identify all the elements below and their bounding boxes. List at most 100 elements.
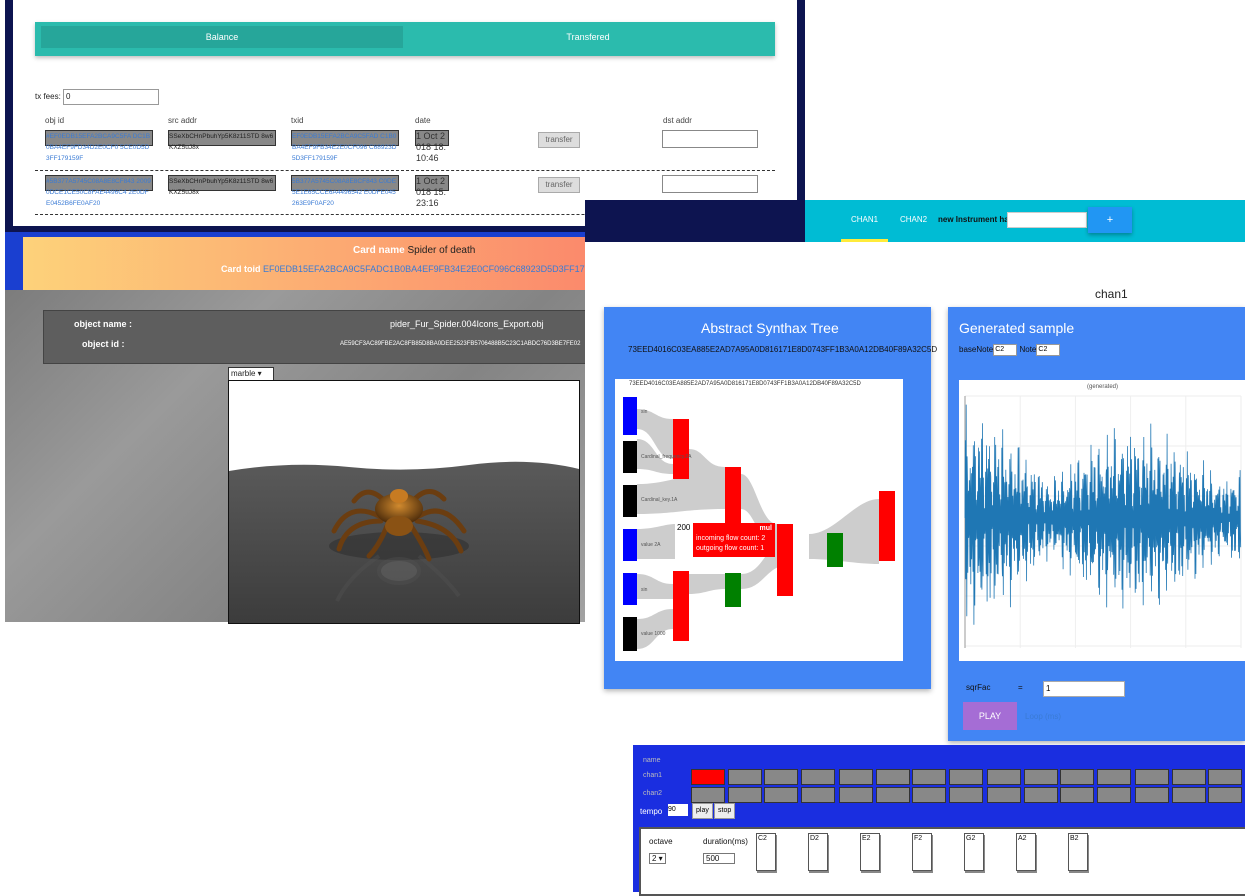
seq-stop-button[interactable]: stop (714, 803, 735, 819)
object-info: object name : pider_Fur_Spider.004Icons_… (43, 310, 587, 364)
step-cell[interactable] (1135, 769, 1169, 785)
col-obj-id: obj id (45, 116, 64, 125)
object-id-label: object id : (82, 339, 125, 349)
tab-chan2[interactable]: CHAN2 (900, 215, 927, 224)
tab-bar: Balance Transfered (35, 22, 775, 56)
basenote-input[interactable]: C2 (993, 344, 1017, 356)
step-cell[interactable] (1024, 769, 1058, 785)
sankey-node (623, 441, 637, 473)
step-cell[interactable] (1097, 787, 1131, 803)
note-key-d2[interactable]: D2 (808, 833, 828, 871)
row-obj-id[interactable]: #EF0EDB15EFA2BCA9C5FA DC1B0BA4EF9FD34D2E… (45, 130, 153, 146)
sqrfac-label: sqrFac (966, 683, 990, 692)
transactions-sheet: Balance Transfered tx fees: 0 obj id src… (13, 0, 797, 226)
note-key-b2[interactable]: B2 (1068, 833, 1088, 871)
step-cell[interactable] (728, 769, 762, 785)
step-cell[interactable] (876, 787, 910, 803)
step-cell[interactable] (1135, 787, 1169, 803)
step-cell[interactable] (949, 769, 983, 785)
sqrfac-input[interactable]: 1 (1043, 681, 1125, 697)
tab-transfered[interactable]: Transfered (407, 26, 769, 48)
tab-chan1[interactable]: CHAN1 (851, 215, 878, 224)
sankey-node (673, 571, 689, 641)
channel-title: chan1 (1095, 287, 1128, 301)
step-cell[interactable] (839, 787, 873, 803)
step-cell[interactable] (987, 769, 1021, 785)
step-cell[interactable] (987, 787, 1021, 803)
step-cell[interactable] (1208, 787, 1242, 803)
step-cell[interactable] (839, 769, 873, 785)
ast-hash: 73EED4016C03EA885E2AD7A95A0D816171E8D074… (628, 345, 937, 354)
dst-addr-input[interactable] (662, 175, 758, 193)
card-toid-link[interactable]: EF0EDB15EFA2BCA9C5FADC1B0BA4EF9FB34E2E0C… (263, 264, 610, 274)
step-cell[interactable] (1060, 769, 1094, 785)
sankey-node (879, 491, 895, 561)
add-instrument-button[interactable]: + (1088, 207, 1132, 233)
step-cell[interactable] (764, 769, 798, 785)
sankey-diagram[interactable]: 73EED4016C03EA885E2AD7A95A0D816171E8D074… (615, 379, 903, 661)
step-cell[interactable] (912, 787, 946, 803)
card-name-value: Spider of death (407, 245, 475, 256)
transfer-button[interactable]: transfer (538, 177, 580, 193)
instrument-hash-label: new Instrument hash (938, 215, 1018, 224)
fees-input[interactable]: 0 (63, 89, 159, 105)
seq-row-label: chan1 (643, 772, 662, 779)
tooltip-outgoing: outgoing flow count: 1 (696, 544, 772, 554)
row-src-addr: SSeXbCHnPbuhYp5K8z11STD 8w6KXZ5uJ8x (168, 130, 276, 146)
seq-play-button[interactable]: play (692, 803, 713, 819)
row-txid[interactable]: 5B377A5745C08A8E8CF843 C0DE5E1E65CCE6A44… (291, 175, 399, 191)
synth-nav: CHAN1 CHAN2 new Instrument hash + (585, 200, 1245, 242)
step-cell[interactable] (801, 769, 835, 785)
waveform-plot[interactable]: (generated) (959, 380, 1245, 661)
sankey-tooltip: mul incoming flow count: 2 outgoing flow… (693, 523, 775, 557)
sample-card: Generated sample baseNoteC2 NoteC2 (gene… (948, 307, 1245, 741)
play-sample-button[interactable]: PLAY (963, 702, 1017, 730)
row-txid[interactable]: EF0EDB15EFA2BCA9C5FAD C1B0BA4EF9FB34E2E0… (291, 130, 399, 146)
step-cell[interactable] (801, 787, 835, 803)
note-key-g2[interactable]: G2 (964, 833, 984, 871)
step-cell[interactable] (764, 787, 798, 803)
duration-input[interactable]: 500 (703, 853, 735, 864)
note-key-a2[interactable]: A2 (1016, 833, 1036, 871)
step-cell[interactable] (1060, 787, 1094, 803)
3d-viewer[interactable] (228, 380, 580, 624)
row-date: 1 Oct 2018 18:10:46 (415, 130, 449, 146)
loop-link[interactable]: Loop (ms) (1025, 712, 1061, 721)
step-cell[interactable] (1097, 769, 1131, 785)
tab-balance[interactable]: Balance (41, 26, 403, 48)
note-key-e2[interactable]: E2 (860, 833, 880, 871)
card-window: Card name Spider of death Card toid EF0E… (5, 232, 585, 622)
step-cell[interactable] (1024, 787, 1058, 803)
col-dst-addr: dst addr (663, 116, 692, 125)
instrument-hash-input[interactable] (1007, 212, 1087, 228)
dst-addr-input[interactable] (662, 130, 758, 148)
step-cell[interactable] (691, 787, 725, 803)
object-name-label: object name : (74, 319, 132, 329)
octave-select[interactable]: 2 ▾ (649, 853, 666, 864)
fees-label: tx fees: (35, 92, 61, 101)
row-divider (35, 170, 775, 171)
material-select[interactable]: marble ▾ (228, 367, 274, 381)
card-name: Card name Spider of death (353, 245, 475, 256)
basenote-label: baseNote (959, 345, 993, 354)
node-label: value 2A (641, 542, 660, 548)
note-input[interactable]: C2 (1036, 344, 1060, 356)
step-cell[interactable] (876, 769, 910, 785)
sequencer-controls: tempo 90 play stop (640, 807, 662, 816)
step-cell[interactable] (949, 787, 983, 803)
ast-card: Abstract Synthax Tree 73EED4016C03EA885E… (604, 307, 931, 689)
step-cell[interactable] (1172, 769, 1206, 785)
step-cell[interactable] (912, 769, 946, 785)
tempo-input[interactable]: 90 (668, 804, 688, 816)
note-key-c2[interactable]: C2 (756, 833, 776, 871)
transfer-button[interactable]: transfer (538, 132, 580, 148)
step-cell[interactable] (728, 787, 762, 803)
row-obj-id[interactable]: #5B377A5745C08A8E8CF843 20090DCE1CE50C8F… (45, 175, 153, 191)
col-txid: txid (291, 116, 303, 125)
sqrfac-eq: = (1018, 683, 1023, 692)
note-key-f2[interactable]: F2 (912, 833, 932, 871)
step-cell[interactable] (1208, 769, 1242, 785)
step-cell[interactable] (1172, 787, 1206, 803)
sankey-node (623, 529, 637, 561)
step-cell[interactable] (691, 769, 725, 785)
